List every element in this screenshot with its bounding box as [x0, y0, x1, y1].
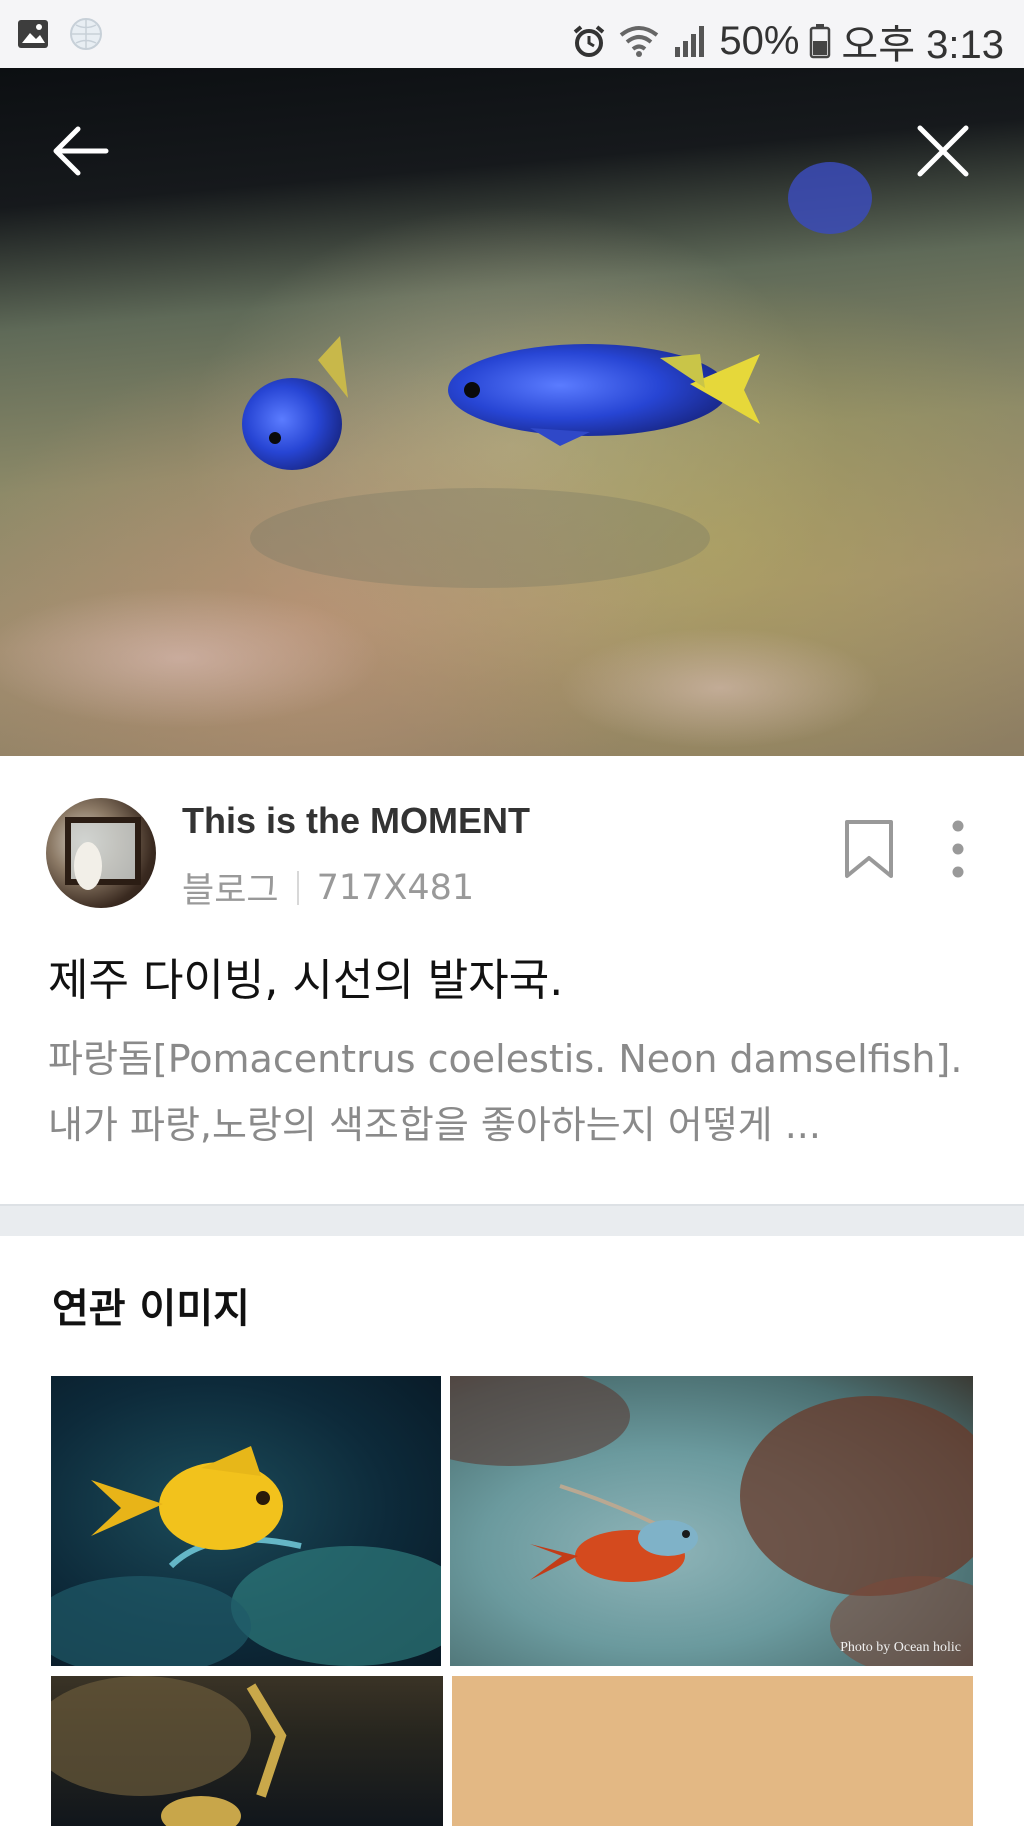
section-divider — [0, 1204, 1024, 1236]
post-description[interactable]: 파랑돔[Pomacentrus coelestis. Neon damselfi… — [48, 1026, 978, 1158]
related-image-2[interactable]: Photo by Ocean holic — [450, 1376, 973, 1666]
meta-divider — [296, 870, 299, 905]
image-meta: 블로그 717X481 — [182, 862, 474, 913]
hero-image[interactable] — [0, 68, 1024, 756]
status-bar: 50% 오후 3:13 — [0, 0, 1024, 68]
red-firefish-illustration — [450, 1376, 973, 1666]
avatar[interactable] — [46, 798, 156, 908]
related-image-4[interactable] — [452, 1676, 973, 1826]
source-type: 블로그 — [182, 871, 279, 911]
back-button[interactable] — [36, 106, 126, 196]
bookmark-icon — [845, 820, 893, 878]
related-image-3[interactable] — [51, 1676, 443, 1826]
alarm-icon — [571, 23, 607, 59]
globe-icon — [68, 16, 104, 52]
arrow-left-icon — [53, 126, 109, 176]
clock-time: 오후 3:13 — [841, 23, 1004, 67]
battery-percent: 50% — [719, 18, 800, 63]
wifi-icon — [617, 23, 661, 59]
signal-icon — [671, 23, 709, 59]
image-dimensions: 717X481 — [316, 867, 475, 908]
more-options-button[interactable] — [938, 818, 978, 880]
yellow-fish-illustration — [51, 1446, 441, 1666]
bookmark-button[interactable] — [843, 818, 895, 880]
close-icon — [917, 125, 969, 177]
more-vertical-icon — [952, 820, 964, 878]
blog-name[interactable]: This is the MOMENT — [182, 800, 530, 842]
post-title[interactable]: 제주 다이빙, 시선의 발자국. — [48, 944, 563, 1008]
related-image-1[interactable] — [51, 1376, 441, 1666]
photo-watermark: Photo by Ocean holic — [840, 1640, 961, 1655]
fish-scene-illustration — [0, 162, 880, 748]
related-images-heading: 연관 이미지 — [52, 1286, 250, 1332]
gallery-icon — [16, 17, 50, 51]
close-button[interactable] — [898, 106, 988, 196]
avatar-photo — [65, 817, 141, 890]
battery-icon — [809, 23, 831, 59]
reef-illustration — [51, 1676, 287, 1826]
image-info: This is the MOMENT 블로그 717X481 제주 다이빙, 시… — [0, 756, 1024, 1204]
